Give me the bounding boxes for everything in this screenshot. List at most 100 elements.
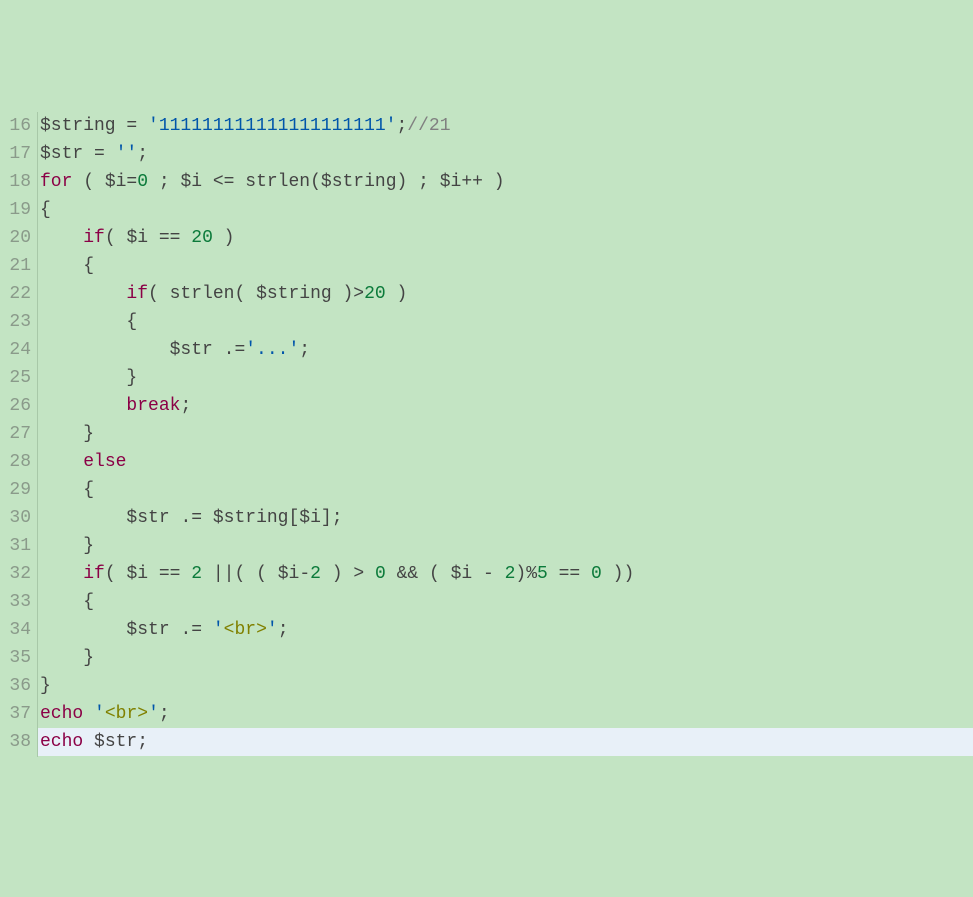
code-line[interactable]: $str .= '<br>';: [38, 616, 973, 644]
code-token: $str: [40, 144, 83, 164]
code-token: $str: [94, 732, 137, 752]
code-token: $i: [440, 172, 462, 192]
code-line[interactable]: }: [38, 420, 973, 448]
code-line[interactable]: for ( $i=0 ; $i <= strlen($string) ; $i+…: [38, 168, 973, 196]
code-token: ;: [159, 704, 170, 724]
line-number: 37: [4, 700, 31, 728]
code-token: (: [72, 172, 104, 192]
code-line[interactable]: $str = '';: [38, 140, 973, 168]
code-token: [40, 508, 126, 528]
code-token: $string: [40, 116, 116, 136]
code-token: $i: [451, 564, 473, 584]
code-token: '': [116, 144, 138, 164]
code-line[interactable]: }: [38, 644, 973, 672]
code-token: $i: [126, 564, 148, 584]
code-token: '...': [245, 340, 299, 360]
code-token: =: [126, 172, 137, 192]
code-token: .=: [170, 620, 213, 640]
code-editor[interactable]: 1617181920212223242526272829303132333435…: [0, 112, 973, 757]
code-token: )%: [515, 564, 537, 584]
code-line[interactable]: if( strlen( $string )>20 ): [38, 280, 973, 308]
code-token: {: [40, 256, 94, 276]
code-token: ;: [396, 116, 407, 136]
code-token: ': [213, 620, 224, 640]
code-line[interactable]: else: [38, 448, 973, 476]
code-line[interactable]: echo $str;: [38, 728, 973, 756]
code-token: ==: [148, 564, 191, 584]
code-token: $string: [256, 284, 332, 304]
code-line[interactable]: {: [38, 588, 973, 616]
code-token: [83, 704, 94, 724]
code-line[interactable]: {: [38, 252, 973, 280]
code-token: ': [94, 704, 105, 724]
code-token: (: [105, 564, 127, 584]
code-token: //21: [407, 116, 450, 136]
code-token: 0: [591, 564, 602, 584]
code-token: .=: [213, 340, 245, 360]
line-number: 23: [4, 308, 31, 336]
code-token: }: [40, 424, 94, 444]
code-line[interactable]: }: [38, 364, 973, 392]
code-token: ': [267, 620, 278, 640]
code-token: =: [116, 116, 148, 136]
code-token: [40, 620, 126, 640]
code-line[interactable]: if( $i == 20 ): [38, 224, 973, 252]
code-token: -: [472, 564, 504, 584]
code-token: =: [83, 144, 115, 164]
code-token: }: [40, 676, 51, 696]
code-token: else: [83, 452, 126, 472]
code-token: echo: [40, 704, 83, 724]
code-line[interactable]: if( $i == 2 ||( ( $i-2 ) > 0 && ( $i - 2…: [38, 560, 973, 588]
line-number: 20: [4, 224, 31, 252]
code-line[interactable]: }: [38, 532, 973, 560]
line-number: 17: [4, 140, 31, 168]
code-token: [40, 228, 83, 248]
code-token: 2: [191, 564, 202, 584]
code-token: $i: [105, 172, 127, 192]
code-token: ==: [148, 228, 191, 248]
code-line[interactable]: echo '<br>';: [38, 700, 973, 728]
line-number: 18: [4, 168, 31, 196]
code-token: [83, 732, 94, 752]
code-line[interactable]: {: [38, 476, 973, 504]
line-number: 27: [4, 420, 31, 448]
code-token: }: [40, 536, 94, 556]
code-token: $i: [299, 508, 321, 528]
code-token: }: [40, 648, 94, 668]
code-line[interactable]: $string = '111111111111111111111';//21: [38, 112, 973, 140]
code-token: 0: [137, 172, 148, 192]
code-token: break: [126, 396, 180, 416]
code-token: ): [213, 228, 235, 248]
line-number: 22: [4, 280, 31, 308]
code-token: }: [40, 368, 137, 388]
code-line[interactable]: $str .= $string[$i];: [38, 504, 973, 532]
code-token: for: [40, 172, 72, 192]
code-area[interactable]: $string = '111111111111111111111';//21$s…: [38, 112, 973, 757]
line-number: 29: [4, 476, 31, 504]
code-token: ||( (: [202, 564, 278, 584]
code-line[interactable]: {: [38, 196, 973, 224]
code-token: [40, 340, 170, 360]
code-line[interactable]: break;: [38, 392, 973, 420]
code-line[interactable]: $str .='...';: [38, 336, 973, 364]
code-token: {: [40, 480, 94, 500]
code-token: ) >: [321, 564, 375, 584]
code-token: '111111111111111111111': [148, 116, 396, 136]
code-token: ==: [548, 564, 591, 584]
line-number: 35: [4, 644, 31, 672]
code-token: {: [40, 200, 51, 220]
code-token: 0: [375, 564, 386, 584]
code-line[interactable]: {: [38, 308, 973, 336]
code-token: ( strlen(: [148, 284, 256, 304]
code-token: ;: [180, 396, 191, 416]
code-token: $string: [213, 508, 289, 528]
code-line[interactable]: }: [38, 672, 973, 700]
line-number: 21: [4, 252, 31, 280]
code-token: && (: [386, 564, 451, 584]
code-token: $str: [126, 508, 169, 528]
code-token: ) ;: [397, 172, 440, 192]
code-token: $i: [278, 564, 300, 584]
code-token: $str: [170, 340, 213, 360]
code-token: [: [288, 508, 299, 528]
code-token: [40, 396, 126, 416]
